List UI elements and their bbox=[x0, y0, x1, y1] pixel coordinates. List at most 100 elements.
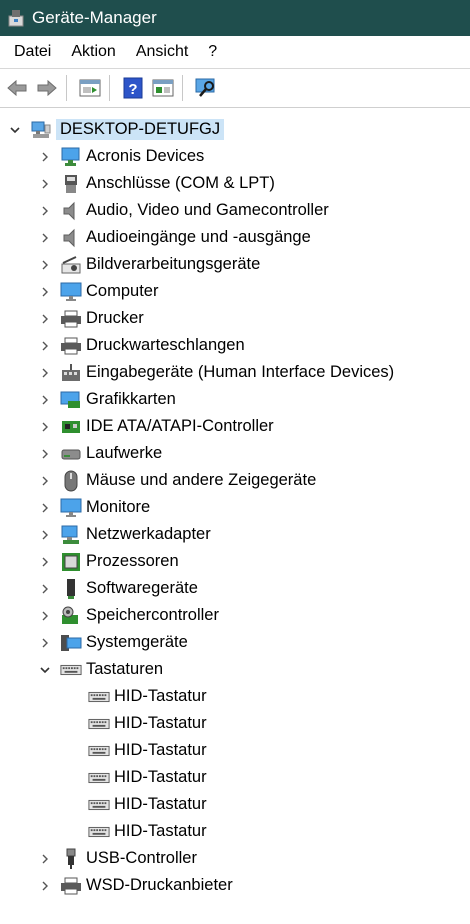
chevron-right-icon[interactable] bbox=[38, 474, 52, 488]
keyboard-icon bbox=[88, 713, 110, 735]
tree-item-label: Laufwerke bbox=[86, 444, 163, 462]
speaker-icon bbox=[60, 200, 82, 222]
tree-device[interactable]: HID-Tastatur bbox=[66, 791, 207, 818]
tree-category[interactable]: WSD-Druckanbieter bbox=[38, 872, 233, 899]
tree-item-label: Audioeingänge und -ausgänge bbox=[86, 228, 311, 246]
chevron-right-icon[interactable] bbox=[38, 852, 52, 866]
tree-item-label: IDE ATA/ATAPI-Controller bbox=[86, 417, 274, 435]
chevron-right-icon[interactable] bbox=[38, 285, 52, 299]
disk-drive-icon bbox=[60, 443, 82, 465]
chevron-down-icon[interactable] bbox=[38, 663, 52, 677]
chevron-down-icon[interactable] bbox=[8, 123, 22, 137]
chevron-right-icon[interactable] bbox=[38, 447, 52, 461]
tree-category[interactable]: Acronis Devices bbox=[38, 143, 204, 170]
tree-item-label: Speichercontroller bbox=[86, 606, 219, 624]
tree-category[interactable]: Computer bbox=[38, 278, 158, 305]
tree-category[interactable]: Systemgeräte bbox=[38, 629, 188, 656]
menu-datei[interactable]: Datei bbox=[0, 36, 61, 68]
tree-category[interactable]: Anschlüsse (COM & LPT) bbox=[38, 170, 275, 197]
tree-category[interactable]: Laufwerke bbox=[38, 440, 162, 467]
chevron-right-icon[interactable] bbox=[38, 879, 52, 893]
controller-card-icon bbox=[60, 416, 82, 438]
tree-device[interactable]: HID-Tastatur bbox=[66, 683, 207, 710]
tree-item-label: Softwaregeräte bbox=[86, 579, 198, 597]
chevron-right-icon[interactable] bbox=[38, 258, 52, 272]
chevron-right-icon[interactable] bbox=[38, 204, 52, 218]
tree-item-label: HID-Tastatur bbox=[114, 795, 207, 813]
camera-icon bbox=[60, 254, 82, 276]
storage-controller-icon bbox=[60, 605, 82, 627]
tree-device[interactable]: HID-Tastatur bbox=[66, 710, 207, 737]
device-manager-icon bbox=[5, 7, 27, 29]
tree-item-label: HID-Tastatur bbox=[114, 687, 207, 705]
chevron-right-icon[interactable] bbox=[38, 393, 52, 407]
chevron-right-icon[interactable] bbox=[38, 177, 52, 191]
tree-item-label: Acronis Devices bbox=[86, 147, 205, 165]
chevron-right-icon[interactable] bbox=[38, 231, 52, 245]
chevron-right-icon[interactable] bbox=[38, 339, 52, 353]
menu-aktion[interactable]: Aktion bbox=[61, 36, 125, 68]
details-pane-icon[interactable] bbox=[150, 75, 176, 101]
tree-category[interactable]: USB-Controller bbox=[38, 845, 197, 872]
tree-root[interactable]: DESKTOP-DETUFGJ bbox=[8, 116, 225, 143]
tree-item-label: Monitore bbox=[86, 498, 151, 516]
back-arrow-icon[interactable] bbox=[4, 75, 30, 101]
tree-item-label: HID-Tastatur bbox=[114, 714, 207, 732]
tree-item-label: DESKTOP-DETUFGJ bbox=[56, 119, 225, 140]
tree-item-label: Anschlüsse (COM & LPT) bbox=[86, 174, 275, 192]
title-bar: Geräte-Manager bbox=[0, 0, 470, 36]
properties-icon[interactable] bbox=[77, 75, 103, 101]
tree-category[interactable]: Monitore bbox=[38, 494, 150, 521]
scan-hardware-icon[interactable] bbox=[193, 75, 219, 101]
tree-category[interactable]: Netzwerkadapter bbox=[38, 521, 211, 548]
tree-item-label: HID-Tastatur bbox=[114, 741, 207, 759]
tree-category[interactable]: Drucker bbox=[38, 305, 144, 332]
keyboard-icon bbox=[88, 794, 110, 816]
usb-icon bbox=[60, 848, 82, 870]
tree-category[interactable]: Prozessoren bbox=[38, 548, 179, 575]
chevron-right-icon[interactable] bbox=[38, 528, 52, 542]
tree-device[interactable]: HID-Tastatur bbox=[66, 737, 207, 764]
chevron-right-icon[interactable] bbox=[38, 420, 52, 434]
tree-category[interactable]: IDE ATA/ATAPI-Controller bbox=[38, 413, 274, 440]
keyboard-icon bbox=[88, 686, 110, 708]
monitor-network-icon bbox=[60, 146, 82, 168]
chevron-right-icon[interactable] bbox=[38, 312, 52, 326]
tree-category[interactable]: Softwaregeräte bbox=[38, 575, 198, 602]
chevron-right-icon[interactable] bbox=[38, 555, 52, 569]
toolbar: ? bbox=[0, 69, 470, 108]
forward-arrow-icon[interactable] bbox=[34, 75, 60, 101]
chevron-right-icon[interactable] bbox=[38, 582, 52, 596]
chevron-right-icon[interactable] bbox=[38, 501, 52, 515]
tree-category[interactable]: Grafikkarten bbox=[38, 386, 176, 413]
chevron-right-icon[interactable] bbox=[38, 636, 52, 650]
keyboard-icon bbox=[88, 767, 110, 789]
tree-item-label: Bildverarbeitungsgeräte bbox=[86, 255, 261, 273]
tree-item-label: Tastaturen bbox=[86, 660, 164, 678]
network-adapter-icon bbox=[60, 524, 82, 546]
chevron-right-icon[interactable] bbox=[38, 150, 52, 164]
tree-category[interactable]: Audio, Video und Gamecontroller bbox=[38, 197, 329, 224]
tree-item-label: Drucker bbox=[86, 309, 144, 327]
menu-help[interactable]: ? bbox=[198, 36, 227, 68]
tree-category[interactable]: Eingabegeräte (Human Interface Devices) bbox=[38, 359, 394, 386]
tree-device[interactable]: HID-Tastatur bbox=[66, 818, 207, 845]
toolbar-separator bbox=[66, 75, 67, 101]
tree-item-label: Systemgeräte bbox=[86, 633, 188, 651]
help-icon[interactable]: ? bbox=[120, 75, 146, 101]
tree-device[interactable]: HID-Tastatur bbox=[66, 764, 207, 791]
tree-category[interactable]: Audioeingänge und -ausgänge bbox=[38, 224, 311, 251]
tree-category[interactable]: Speichercontroller bbox=[38, 602, 219, 629]
tree-category[interactable]: Bildverarbeitungsgeräte bbox=[38, 251, 260, 278]
svg-text:?: ? bbox=[128, 81, 137, 98]
menu-ansicht[interactable]: Ansicht bbox=[126, 36, 198, 68]
tree-category[interactable]: Mäuse und andere Zeigegeräte bbox=[38, 467, 316, 494]
chevron-right-icon[interactable] bbox=[38, 609, 52, 623]
tree-category[interactable]: Tastaturen bbox=[38, 656, 163, 683]
chevron-right-icon[interactable] bbox=[38, 366, 52, 380]
tree-item-label: USB-Controller bbox=[86, 849, 197, 867]
tree-item-label: Mäuse und andere Zeigegeräte bbox=[86, 471, 317, 489]
tree-category[interactable]: Druckwarteschlangen bbox=[38, 332, 245, 359]
tree-item-label: Netzwerkadapter bbox=[86, 525, 211, 543]
monitor-icon bbox=[60, 281, 82, 303]
